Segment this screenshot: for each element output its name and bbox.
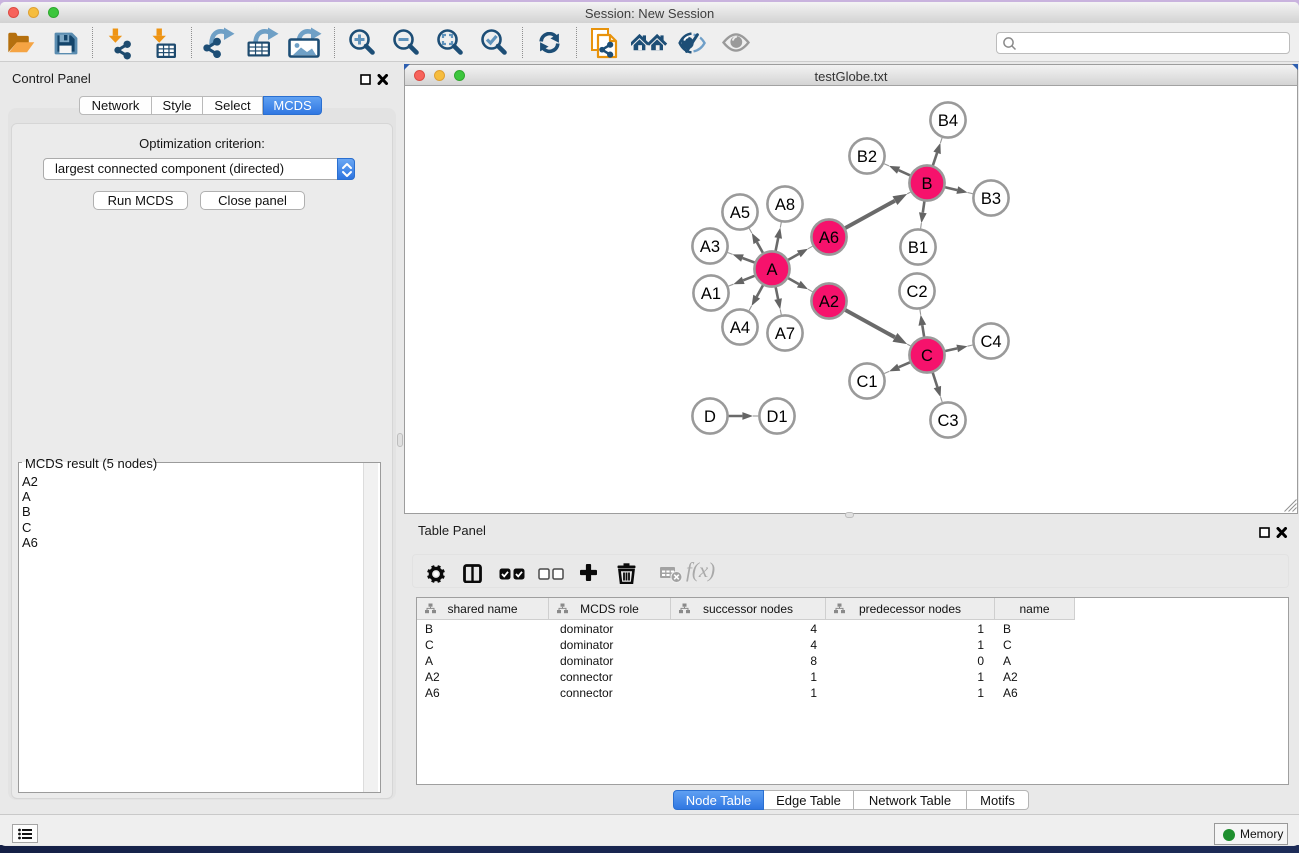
svg-text:C4: C4 [980,333,1001,351]
svg-text:B1: B1 [908,239,928,257]
svg-text:A7: A7 [775,325,795,343]
svg-text:A8: A8 [775,196,795,214]
svg-text:B3: B3 [981,190,1001,208]
svg-text:C2: C2 [906,283,927,301]
svg-text:D: D [704,408,716,426]
svg-text:A6: A6 [819,229,839,247]
svg-text:A5: A5 [730,204,750,222]
svg-text:C3: C3 [937,412,958,430]
svg-text:A4: A4 [730,319,750,337]
svg-text:D1: D1 [766,408,787,426]
svg-text:A: A [766,261,777,279]
svg-text:B: B [921,175,932,193]
svg-text:B4: B4 [938,112,958,130]
svg-text:A3: A3 [700,238,720,256]
svg-text:A2: A2 [819,293,839,311]
svg-text:C: C [921,347,933,365]
svg-text:A1: A1 [701,285,721,303]
svg-text:B2: B2 [857,148,877,166]
svg-text:C1: C1 [856,373,877,391]
